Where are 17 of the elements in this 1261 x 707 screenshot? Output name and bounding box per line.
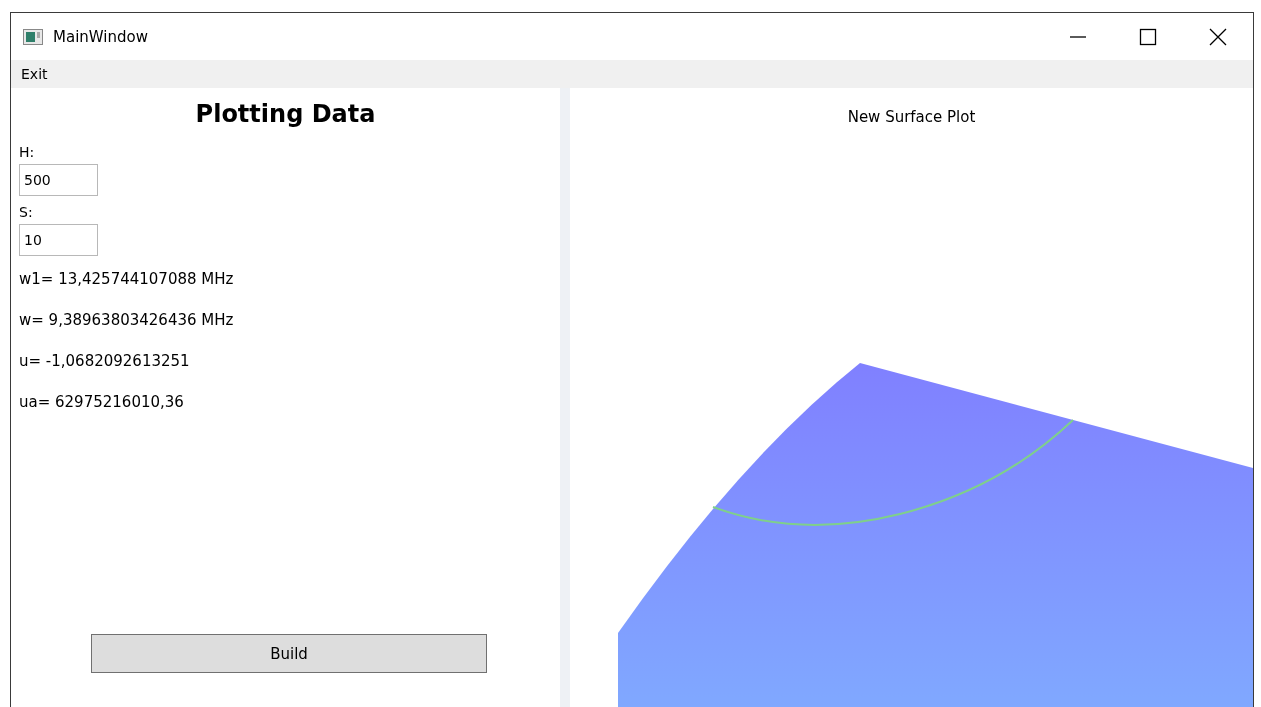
build-button[interactable]: Build: [91, 634, 487, 673]
result-text: w= 9,38963803426436 MHz: [19, 311, 234, 331]
app-icon: [23, 28, 43, 45]
field-label: H:: [19, 144, 35, 160]
result-text: ua= 62975216010,36: [19, 393, 184, 413]
result-text: w1= 13,425744107088 MHz: [19, 270, 234, 290]
minimize-icon: [1070, 35, 1086, 38]
menu-item[interactable]: Exit: [11, 66, 58, 82]
panel-heading: Plotting Data: [194, 100, 377, 128]
input-field[interactable]: 500: [19, 164, 98, 196]
window-title: MainWindow: [53, 27, 148, 46]
input-field[interactable]: 10: [19, 224, 98, 256]
close-icon: [1209, 27, 1227, 46]
plot-title: New Surface Plot: [847, 108, 976, 126]
field-label: S:: [19, 204, 33, 220]
result-text: u= -1,0682092613251: [19, 352, 190, 372]
maximize-icon: [1139, 27, 1157, 46]
